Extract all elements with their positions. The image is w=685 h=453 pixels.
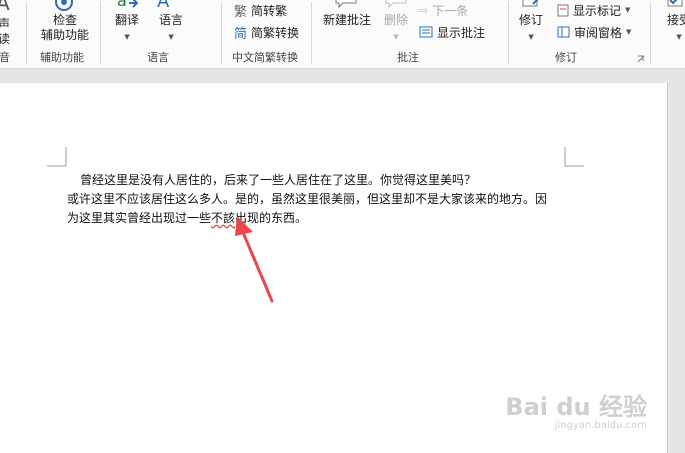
- comments-group: 新建批注 删除 ▼ ⇨ 下一条 显示批注 批注: [312, 0, 508, 68]
- next-comment-label: 下一条: [432, 3, 469, 18]
- comments-group-label: 批注: [397, 51, 419, 64]
- crop-mark-top-left: [47, 147, 67, 167]
- watermark-brand: Bai du 经验: [505, 393, 647, 421]
- dialog-launcher-icon[interactable]: [637, 55, 645, 63]
- changes-group: 接受▼: [651, 0, 685, 68]
- track-changes-icon: [522, 0, 539, 7]
- speech-button[interactable]: 声读: [0, 17, 10, 47]
- track-changes-button[interactable]: 修订 ▼: [519, 13, 543, 45]
- chinese-conversion-button[interactable]: 简 简繁转换: [234, 23, 300, 42]
- ribbon: A 声读 音 检查辅助功能 辅助功能 a 翻译▼ A 语言▼ 语言 繁 简转繁 …: [0, 0, 685, 69]
- paragraph-line: 为这里其实曾经出现过一些不該出现的东西。: [67, 209, 567, 228]
- show-markup-icon: [557, 4, 569, 16]
- accept-icon: [667, 0, 683, 7]
- speech-group: A 声读 音: [0, 0, 26, 68]
- accessibility-group-label: 辅助功能: [40, 51, 84, 64]
- language-icon: A: [157, 0, 170, 12]
- language-group: a 翻译 ▼ A 语言 ▼ 语言: [101, 0, 221, 68]
- accessibility-group: 检查 辅助功能 辅助功能: [27, 0, 99, 68]
- watermark-url: jingyan.baidu.com: [554, 420, 647, 431]
- paragraph-line: 曾经这里是没有人居住的，后来了一些人居住在了这里。你觉得这里美吗？: [80, 173, 477, 187]
- delete-comment-icon: [385, 0, 407, 8]
- show-comments-icon: [419, 26, 433, 38]
- red-arrow-annotation: [235, 216, 274, 303]
- reviewing-pane-icon: [557, 26, 570, 38]
- chinese-conversion-group-label: 中文简繁转换: [232, 51, 298, 64]
- show-comments-button[interactable]: 显示批注: [419, 23, 485, 41]
- tracking-group: 修订 ▼ 显示标记 ▼ 审阅窗格 ▼ 修订: [509, 0, 649, 68]
- next-comment-button[interactable]: ⇨ 下一条: [419, 1, 468, 19]
- accessibility-check-icon: [55, 0, 73, 11]
- watermark: Bai du 经验 jingyan.baidu.com: [505, 394, 647, 431]
- reviewing-pane-button[interactable]: 审阅窗格 ▼: [557, 23, 631, 41]
- tracking-group-label: 修订: [555, 51, 577, 64]
- crop-mark-top-right: [564, 147, 584, 167]
- show-markup-button[interactable]: 显示标记 ▼: [557, 1, 630, 19]
- new-comment-button[interactable]: 新建批注: [323, 13, 371, 28]
- document-body[interactable]: 曾经这里是没有人居住的，后来了一些人居住在了这里。你觉得这里美吗？ 或许这里不应…: [67, 171, 567, 228]
- chinese-conversion-label: 简繁转换: [251, 25, 300, 40]
- paragraph-text: 为这里其实曾经出现过一些: [67, 211, 212, 225]
- traditional-char-icon: 繁: [234, 4, 248, 20]
- simplified-to-traditional-button[interactable]: 繁 简转繁: [234, 1, 288, 20]
- conversion-char-icon: 简: [234, 26, 248, 42]
- delete-comment-button[interactable]: 删除 ▼: [384, 13, 408, 45]
- chevron-down-icon: ▼: [626, 28, 632, 36]
- translate-icon: a: [117, 0, 139, 10]
- check-accessibility-button[interactable]: 检查 辅助功能: [41, 13, 89, 43]
- new-comment-icon: [335, 0, 357, 8]
- chinese-conversion-group: 繁 简转繁 简 简繁转换 中文简繁转换: [222, 0, 310, 68]
- speech-group-label: 音: [0, 51, 10, 64]
- show-markup-label: 显示标记: [573, 3, 622, 18]
- translate-button[interactable]: 翻译 ▼: [115, 13, 139, 45]
- reviewing-pane-label: 审阅窗格: [574, 25, 623, 40]
- simplified-to-traditional-label: 简转繁: [251, 3, 288, 18]
- svg-text:a: a: [117, 0, 127, 10]
- accept-button[interactable]: 接受▼: [667, 13, 685, 45]
- chevron-down-icon: ▼: [625, 6, 631, 14]
- paragraph-line: 或许这里不应该居住这么多人。是的，虽然这里很美丽，但这里却不是大家该来的地方。因: [67, 192, 548, 206]
- speech-icon: A: [0, 0, 10, 13]
- next-comment-icon: ⇨: [419, 3, 429, 17]
- language-group-label: 语言: [147, 51, 169, 64]
- language-button[interactable]: 语言 ▼: [159, 13, 183, 45]
- show-comments-label: 显示批注: [437, 25, 486, 40]
